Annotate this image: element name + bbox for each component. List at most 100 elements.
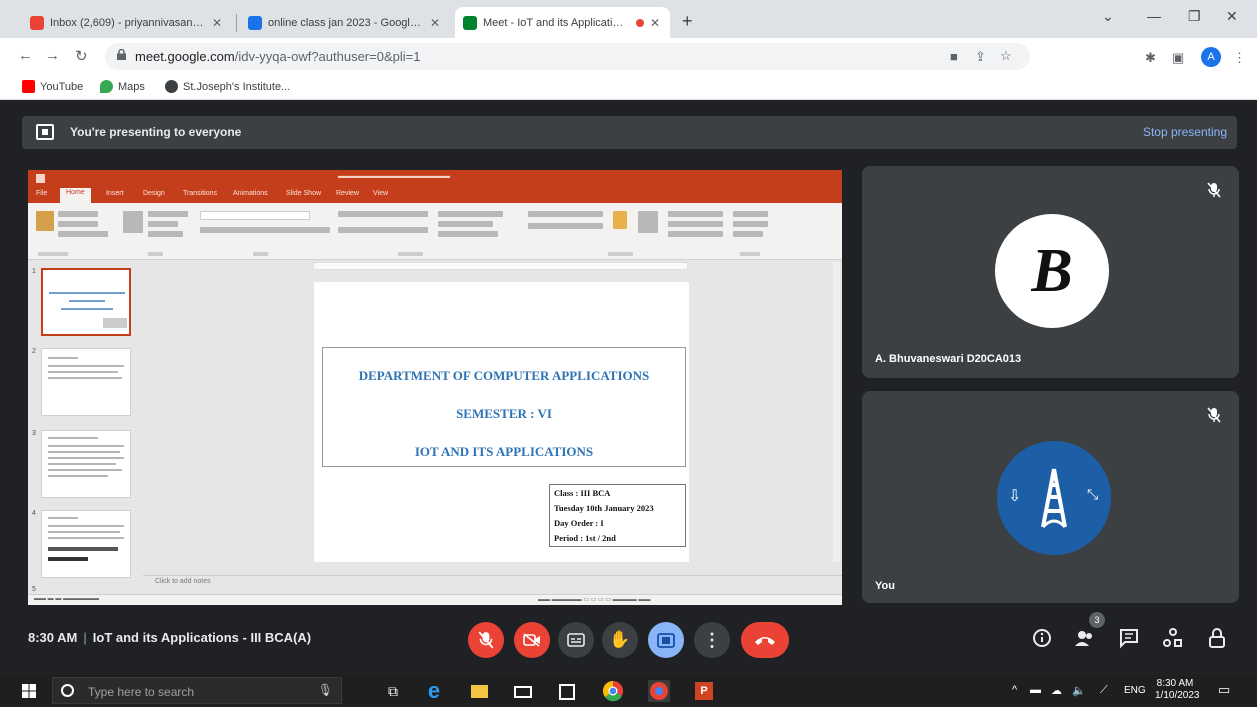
slide-number: 5 (32, 586, 36, 593)
leave-call-button[interactable] (741, 622, 789, 658)
chat-icon[interactable] (1118, 627, 1140, 649)
back-arrow-icon[interactable]: ← (18, 47, 33, 64)
ribbon-tab-view: View (373, 190, 389, 197)
ribbon-tabs: File Home Insert Design Transitions Anim… (28, 187, 842, 203)
youtube-icon (22, 80, 35, 93)
powerpoint-icon[interactable]: P (693, 680, 715, 702)
maximize-button[interactable]: ❐ (1188, 8, 1201, 25)
mail-icon[interactable] (512, 680, 534, 702)
participant-count-badge: 3 (1089, 612, 1105, 628)
url-host: meet.google.com (135, 49, 235, 64)
shared-screen-presentation: ▬▬▬▬▬▬▬▬▬▬▬▬▬▬▬▬ File Home Insert Design… (28, 170, 842, 605)
meeting-details-icon[interactable] (1031, 627, 1053, 649)
title-text-box: DEPARTMENT OF COMPUTER APPLICATIONS SEME… (322, 347, 686, 467)
captions-button[interactable] (558, 622, 594, 658)
slide-thumbnails-pane: 1 2 3 4 5 (28, 260, 143, 595)
maps-pin-icon (100, 80, 113, 93)
gmail-icon (30, 15, 44, 30)
edge-browser-icon[interactable]: e (423, 680, 445, 702)
scrollbar[interactable] (833, 262, 840, 562)
profile-avatar[interactable]: A (1201, 47, 1221, 67)
extensions-icon[interactable]: ✱ (1145, 50, 1156, 66)
tab-google-docs[interactable]: online class jan 2023 - Google D… ✕ (240, 7, 450, 38)
bookmark-label: St.Joseph's Institute... (183, 80, 291, 93)
lock-icon (117, 49, 126, 60)
mic-toggle-button[interactable] (468, 622, 504, 658)
cloud-icon[interactable]: ☁ (1051, 684, 1062, 697)
microphone-icon[interactable]: 🎙 (318, 683, 333, 697)
slide-thumbnail[interactable] (41, 348, 131, 416)
clock-date: 1/10/2023 (1155, 690, 1200, 701)
close-icon[interactable]: ✕ (428, 16, 442, 30)
activities-icon[interactable] (1162, 627, 1184, 649)
task-view-icon[interactable]: ⧉ (382, 680, 404, 702)
language-indicator[interactable]: ENG (1124, 685, 1146, 696)
slide-thumbnail[interactable] (41, 430, 131, 498)
slide-thumbnail[interactable] (41, 510, 131, 578)
status-text: ▬▬ ▬ ▬ ▬▬▬▬▬▬ (34, 596, 100, 602)
tab-title: Meet - IoT and its Applicati… (483, 16, 624, 29)
shrink-icon[interactable]: ⤡ (1087, 486, 1098, 503)
bookmark-st-josephs[interactable]: St.Joseph's Institute... (165, 80, 290, 93)
mic-off-icon (1207, 407, 1221, 423)
day-order-label: Day Order : I (554, 518, 604, 528)
pin-icon[interactable]: ⇩ (1008, 486, 1021, 506)
share-icon[interactable]: ⇪ (975, 49, 986, 65)
camera-toggle-button[interactable] (514, 622, 550, 658)
windows-start-icon[interactable] (22, 684, 36, 698)
battery-icon[interactable]: ▬ (1030, 684, 1041, 696)
meeting-time: 8:30 AM (28, 630, 78, 645)
reload-icon[interactable]: ↻ (75, 47, 88, 65)
show-hidden-icons[interactable]: ^ (1012, 684, 1017, 696)
bookmark-maps[interactable]: Maps (100, 80, 145, 93)
close-icon[interactable]: ✕ (648, 16, 662, 30)
volume-icon[interactable]: 🔈 (1072, 684, 1086, 697)
tab-search-icon[interactable]: ⌄ (1102, 8, 1114, 25)
clock-time: 8:30 AM (1156, 678, 1194, 689)
close-icon[interactable]: ✕ (210, 16, 224, 30)
chrome-icon[interactable] (602, 680, 624, 702)
minimize-button[interactable]: — (1147, 8, 1161, 24)
slide-thumbnail[interactable] (41, 268, 131, 336)
new-tab-button[interactable]: + (682, 11, 693, 32)
search-icon (61, 684, 74, 697)
participant-tile: B A. Bhuvaneswari D20CA013 (862, 166, 1239, 378)
taskbar-search-box[interactable]: Type here to search 🎙 (52, 677, 342, 704)
raise-hand-button[interactable]: ✋ (602, 622, 638, 658)
window-close-button[interactable]: ✕ (1226, 8, 1238, 25)
bookmark-star-icon[interactable]: ☆ (1000, 48, 1012, 64)
store-icon[interactable] (556, 680, 578, 702)
notifications-icon[interactable]: ▭ (1218, 682, 1230, 698)
taskbar-clock[interactable]: 8:30 AM 1/10/2023 (1155, 678, 1200, 702)
tab-google-meet[interactable]: Meet - IoT and its Applicati… ✕ (455, 7, 670, 38)
bookmark-youtube[interactable]: YouTube (22, 80, 83, 93)
browser-menu-icon[interactable]: ⋮ (1233, 50, 1246, 66)
url-path: /idv-yyqa-owf?authuser=0&pli=1 (234, 49, 421, 64)
camera-in-use-icon[interactable]: ■ (950, 49, 958, 64)
save-icon (36, 174, 45, 183)
tab-gmail[interactable]: Inbox (2,609) - priyannivasan0… ✕ (22, 7, 232, 38)
powerpoint-title-bar: ▬▬▬▬▬▬▬▬▬▬▬▬▬▬▬▬ (28, 170, 842, 187)
file-explorer-icon[interactable] (468, 680, 490, 702)
ribbon-tab-home: Home (60, 188, 91, 203)
chrome-meet-window-icon[interactable] (648, 680, 670, 702)
slide-number: 2 (32, 348, 36, 355)
slide-number: 4 (32, 510, 36, 517)
side-panel-icon[interactable]: ▣ (1172, 50, 1184, 66)
notes-placeholder: Click to add notes (155, 578, 211, 585)
class-info-box: Class : III BCA Tuesday 10th January 202… (549, 484, 686, 547)
present-button[interactable] (648, 622, 684, 658)
host-controls-lock-icon[interactable] (1206, 627, 1228, 649)
meeting-info: 8:30 AM | IoT and its Applications - III B… (28, 630, 311, 645)
url-text: meet.google.com/idv-yyqa-owf?authuser=0&… (135, 49, 420, 64)
address-bar[interactable]: meet.google.com/idv-yyqa-owf?authuser=0&… (105, 43, 1030, 70)
slide-semester: SEMESTER : VI (456, 406, 552, 421)
forward-arrow-icon[interactable]: → (45, 47, 60, 64)
more-options-button[interactable]: ⋮ (694, 622, 730, 658)
network-icon[interactable]: ⟋ (1100, 684, 1108, 697)
browser-tab-strip: Inbox (2,609) - priyannivasan0… ✕ online… (0, 0, 1257, 38)
stop-presenting-button[interactable]: Stop presenting (1143, 125, 1227, 139)
people-icon[interactable] (1073, 627, 1095, 649)
status-controls: ▬▬ ▬▬▬▬▬ ▭ ▭ ▭ ▭ ▬▬▬▬ ▬▬ (538, 597, 651, 603)
mic-off-icon (1207, 182, 1221, 198)
